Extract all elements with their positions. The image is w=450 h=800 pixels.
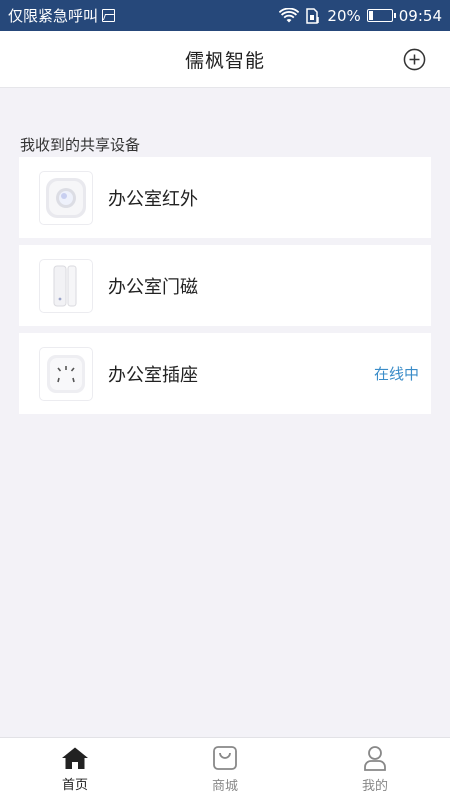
infrared-sensor-icon [39, 170, 93, 225]
nav-label: 首页 [61, 777, 88, 793]
sim-icon [306, 7, 320, 24]
device-status-online: 在线中 [373, 365, 419, 383]
shopping-bag-icon [213, 745, 237, 770]
status-left: 仅限紧急呼叫 [8, 5, 116, 26]
device-card-door-sensor[interactable]: 办公室门磁 [19, 245, 431, 326]
device-list: 办公室红外 办公室门磁 办公室插座 在线中 [19, 157, 431, 421]
status-right: 20% 09:54 [279, 7, 442, 25]
battery-icon [366, 9, 396, 22]
home-icon [62, 747, 88, 769]
carrier-text: 仅限紧急呼叫 [8, 7, 99, 25]
add-device-button[interactable] [403, 48, 426, 71]
wifi-icon [279, 7, 300, 22]
device-card-socket[interactable]: 办公室插座 在线中 [19, 333, 431, 414]
device-name: 办公室红外 [108, 188, 198, 210]
door-sensor-icon [39, 258, 93, 313]
bottom-nav: 首页 商城 我的 [0, 737, 450, 800]
device-card-infrared[interactable]: 办公室红外 [19, 157, 431, 238]
nav-label: 商城 [211, 778, 238, 794]
smart-socket-icon [39, 346, 93, 401]
device-name: 办公室门磁 [108, 276, 198, 298]
clock: 09:54 [398, 6, 442, 25]
image-icon [102, 9, 116, 22]
user-icon [364, 745, 386, 771]
nav-item-profile[interactable]: 我的 [300, 738, 450, 800]
battery-fill [368, 11, 374, 20]
device-name: 办公室插座 [108, 364, 198, 386]
page-title: 儒枫智能 [184, 49, 265, 72]
nav-item-shop[interactable]: 商城 [150, 738, 300, 800]
battery-percent: 20% [327, 6, 361, 25]
shared-devices-heading: 我收到的共享设备 [20, 136, 141, 154]
nav-label: 我的 [361, 778, 388, 794]
app-header: 儒枫智能 [0, 31, 450, 88]
status-bar: 仅限紧急呼叫 20% 09:54 [0, 0, 450, 31]
nav-item-home[interactable]: 首页 [0, 738, 150, 800]
